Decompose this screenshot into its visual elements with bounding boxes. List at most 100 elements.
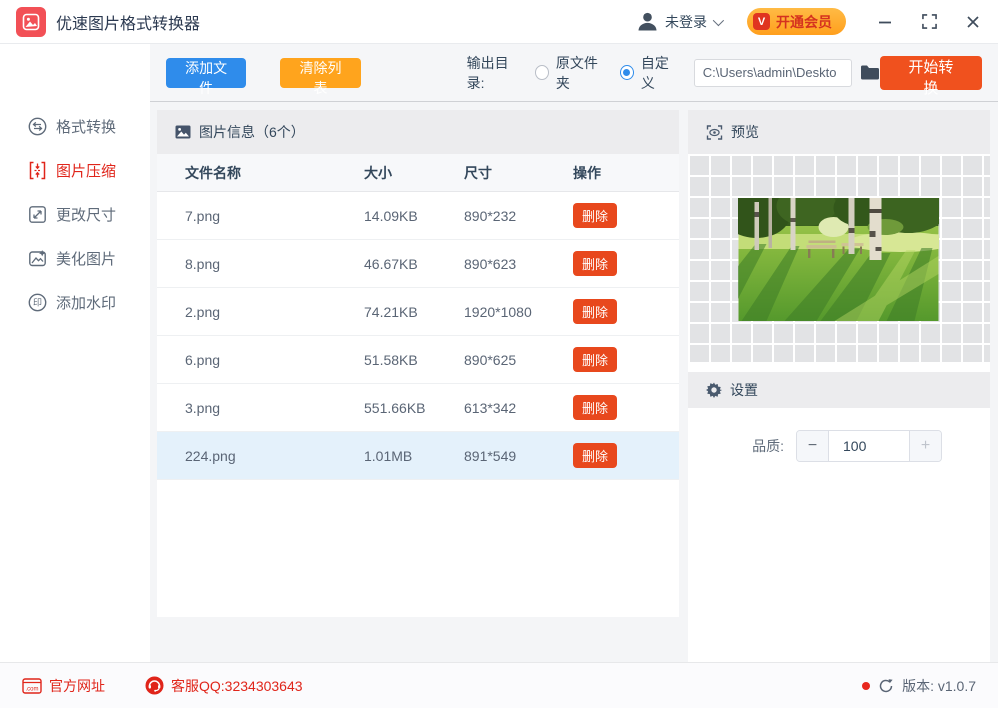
table-row[interactable]: 6.png 51.58KB 890*625 删除	[157, 336, 679, 384]
col-header-action: 操作	[573, 164, 601, 181]
support-qq-link[interactable]: 客服QQ:3234303643	[145, 676, 303, 696]
radio-custom-folder[interactable]: 自定义	[619, 53, 680, 93]
cell-dimensions: 1920*1080	[464, 303, 532, 320]
table-header-row: 文件名称 大小 尺寸 操作	[157, 154, 679, 192]
delete-button[interactable]: 删除	[573, 251, 618, 276]
radio-original-label: 原文件夹	[555, 54, 598, 91]
compress-icon	[29, 161, 46, 179]
image-info-icon	[175, 125, 191, 139]
account-menu[interactable]: 未登录	[636, 10, 725, 33]
cell-filename: 8.png	[185, 255, 221, 272]
preview-header: 预览	[688, 110, 990, 154]
cell-dimensions: 613*342	[464, 399, 517, 416]
delete-button[interactable]: 删除	[573, 299, 618, 324]
app-logo-icon	[16, 6, 46, 37]
app-title: 优速图片格式转换器	[56, 15, 201, 33]
table-row[interactable]: 3.png 551.66KB 613*342 删除	[157, 384, 679, 432]
cell-filename: 6.png	[185, 351, 221, 368]
sidebar-item-image-compress[interactable]: 图片压缩	[0, 148, 150, 192]
quality-setting: 品质: − +	[688, 430, 942, 462]
sidebar: 格式转换 图片压缩 更改尺寸 美化图片 印 添加水印	[0, 44, 150, 662]
titlebar: 优速图片格式转换器 未登录 V 开通会员	[0, 0, 998, 44]
delete-button[interactable]: 删除	[573, 395, 618, 420]
website-icon: .com	[22, 677, 42, 694]
sidebar-item-format-convert[interactable]: 格式转换	[0, 104, 150, 148]
table-row[interactable]: 7.png 14.09KB 890*232 删除	[157, 192, 679, 240]
radio-original-folder[interactable]: 原文件夹	[534, 53, 608, 93]
preview-eye-icon	[706, 124, 723, 140]
minimize-button[interactable]	[876, 13, 894, 31]
radio-checked-icon	[619, 65, 634, 80]
file-table-card: 图片信息（6个） 文件名称 大小 尺寸 操作 7.png 14.09KB 890…	[157, 110, 679, 617]
cell-size: 14.09KB	[364, 207, 418, 224]
user-icon	[638, 12, 657, 31]
cell-size: 1.01MB	[364, 447, 413, 464]
output-path-input[interactable]	[693, 58, 852, 87]
quality-stepper: − +	[796, 430, 942, 462]
quality-label: 品质:	[752, 438, 784, 454]
col-header-filename: 文件名称	[185, 164, 241, 181]
svg-text:.com: .com	[25, 686, 38, 692]
sidebar-item-label: 更改尺寸	[56, 206, 117, 224]
delete-button[interactable]: 删除	[573, 347, 618, 372]
radio-custom-label: 自定义	[640, 54, 669, 91]
add-files-button[interactable]: 添加文件	[166, 57, 247, 96]
check-update-button[interactable]	[878, 678, 894, 694]
refresh-icon	[879, 678, 893, 692]
sidebar-item-label: 格式转换	[56, 118, 117, 136]
quality-input[interactable]	[829, 431, 909, 461]
table-title: 图片信息（6个）	[199, 124, 305, 140]
preview-canvas	[688, 154, 990, 362]
cell-filename: 224.png	[185, 447, 236, 464]
clear-list-button[interactable]: 清除列表	[280, 57, 361, 96]
cell-filename: 7.png	[185, 207, 221, 224]
version-area: 版本: v1.0.7	[862, 676, 976, 696]
maximize-icon	[921, 14, 937, 29]
col-header-dimensions: 尺寸	[464, 164, 492, 181]
col-header-size: 大小	[364, 164, 392, 181]
footer: .com 官方网址 客服QQ:3234303643 版本: v1.0.7	[0, 662, 998, 708]
delete-button[interactable]: 删除	[573, 443, 618, 468]
table-row[interactable]: 2.png 74.21KB 1920*1080 删除	[157, 288, 679, 336]
vip-button-label: 开通会员	[776, 13, 832, 30]
toolbar: 添加文件 清除列表 输出目录: 原文件夹 自定义 开始转换	[150, 44, 998, 102]
cell-dimensions: 890*232	[464, 207, 517, 224]
cell-filename: 2.png	[185, 303, 221, 320]
cell-dimensions: 890*625	[464, 351, 517, 368]
version-label: 版本: v1.0.7	[902, 677, 976, 694]
delete-button[interactable]: 删除	[573, 203, 618, 228]
official-website-label: 官方网址	[49, 677, 105, 694]
sidebar-item-resize[interactable]: 更改尺寸	[0, 192, 150, 236]
cell-size: 46.67KB	[364, 255, 418, 272]
cell-dimensions: 890*623	[464, 255, 517, 272]
cell-filename: 3.png	[185, 399, 221, 416]
resize-icon	[29, 205, 46, 223]
settings-title: 设置	[730, 382, 758, 398]
close-button[interactable]	[964, 13, 982, 31]
minimize-icon	[879, 21, 891, 23]
sidebar-item-watermark[interactable]: 印 添加水印	[0, 280, 150, 324]
folder-icon	[860, 65, 879, 80]
beautify-icon	[29, 249, 46, 266]
cell-dimensions: 891*549	[464, 447, 517, 464]
vip-badge-icon: V	[753, 13, 770, 30]
open-vip-button[interactable]: V 开通会员	[747, 8, 846, 35]
table-row[interactable]: 8.png 46.67KB 890*623 删除	[157, 240, 679, 288]
cell-size: 74.21KB	[364, 303, 418, 320]
output-dir-label: 输出目录:	[466, 54, 509, 91]
maximize-button[interactable]	[920, 13, 938, 31]
table-row-selected[interactable]: 224.png 1.01MB 891*549 删除	[157, 432, 679, 480]
settings-header: 设置	[688, 372, 990, 408]
browse-folder-button[interactable]	[860, 64, 880, 81]
support-qq-label: 客服QQ:3234303643	[171, 677, 303, 694]
sidebar-item-label: 添加水印	[56, 294, 117, 312]
quality-increase-button[interactable]: +	[909, 431, 941, 461]
official-website-link[interactable]: .com 官方网址	[22, 676, 105, 696]
sidebar-item-beautify[interactable]: 美化图片	[0, 236, 150, 280]
preview-title: 预览	[731, 124, 759, 140]
start-convert-button[interactable]: 开始转换	[879, 55, 983, 97]
chevron-down-icon	[712, 14, 725, 26]
status-dot-icon	[862, 681, 871, 690]
table-card-header: 图片信息（6个）	[157, 110, 679, 154]
quality-decrease-button[interactable]: −	[797, 431, 829, 461]
